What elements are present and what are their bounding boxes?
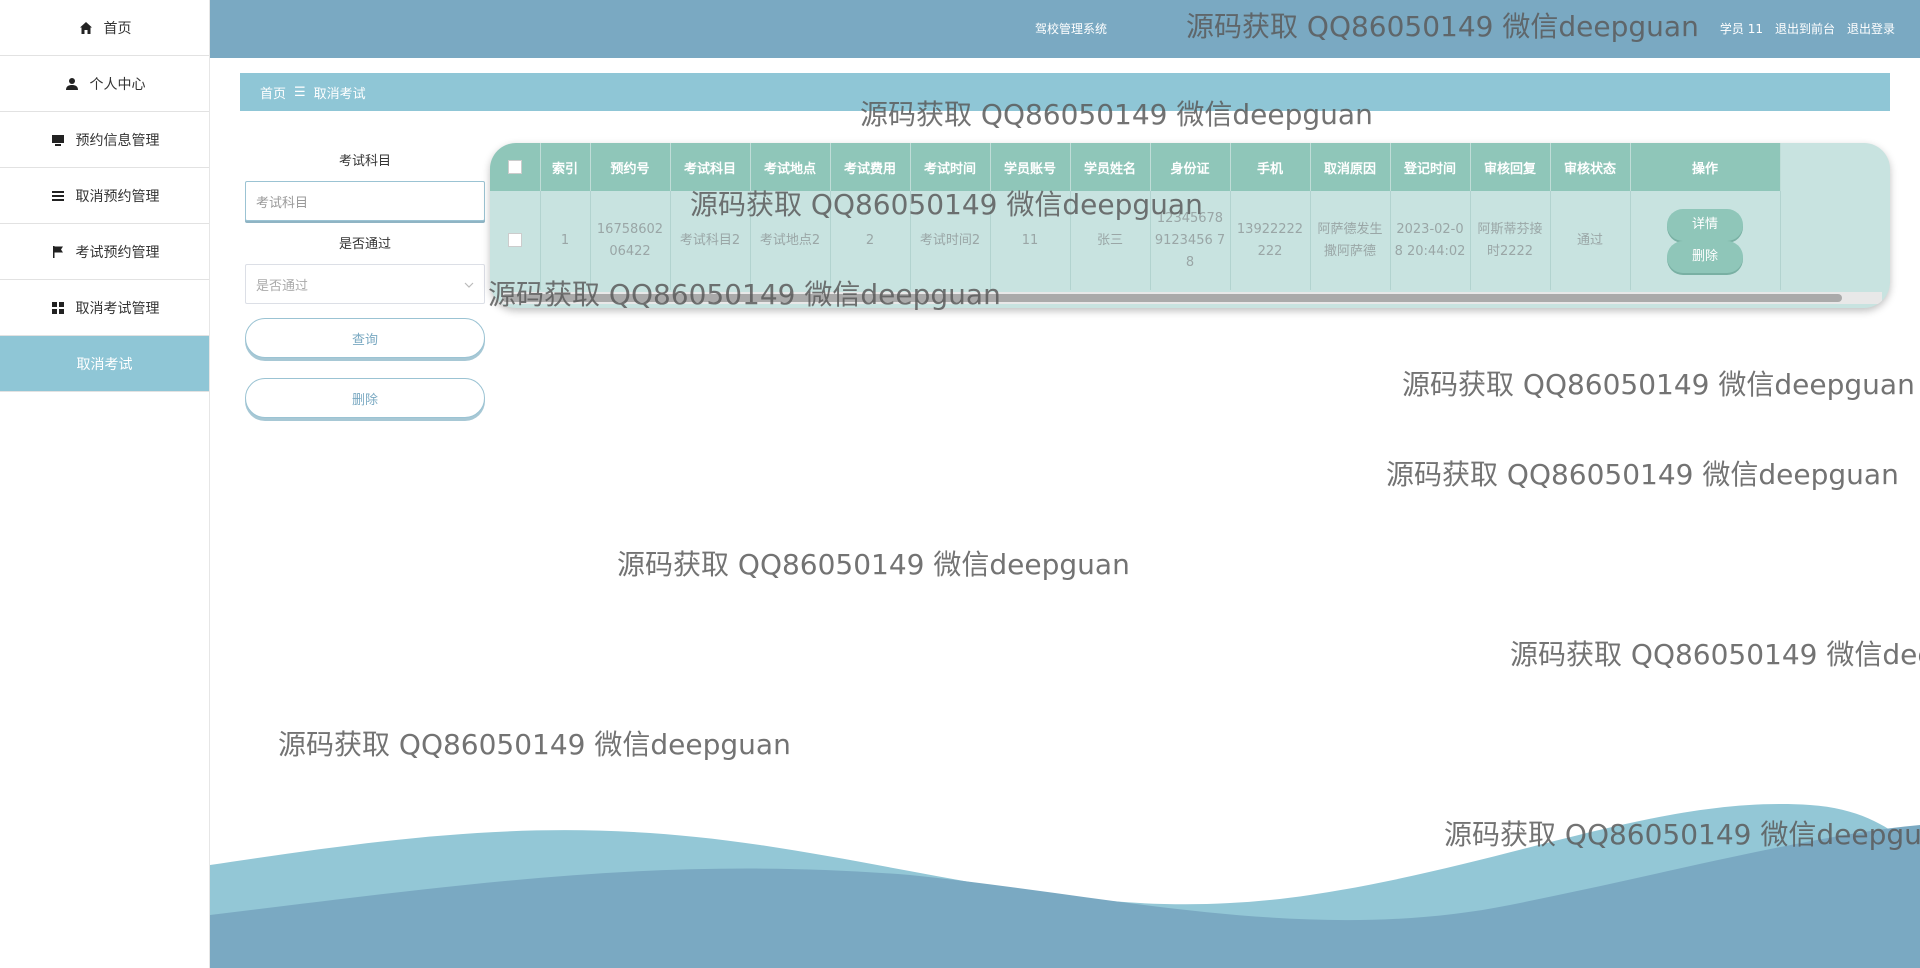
logout-link[interactable]: 退出登录 bbox=[1847, 20, 1895, 37]
table-cell: 通过 bbox=[1550, 191, 1631, 290]
sidebar-item-exam-booking[interactable]: 考试预约管理 bbox=[0, 224, 209, 280]
table-cell: 13922222222 bbox=[1230, 191, 1311, 290]
watermark-text: 源码获取 QQ86050149 微信deepguan bbox=[860, 98, 1373, 131]
watermark-text: 源码获取 QQ86050149 微信deepguan bbox=[1386, 458, 1899, 491]
monitor-icon bbox=[50, 132, 66, 148]
search-panel: 考试科目 考试科目 是否通过 是否通过 查询 删除 bbox=[245, 150, 485, 418]
sidebar: 首页 个人中心 预约信息管理 取消预约管理 考试预约管理 取消考试管理 取消考试 bbox=[0, 0, 210, 968]
table-cell: 阿斯蒂芬接时2222 bbox=[1470, 191, 1551, 290]
sidebar-item-label: 预约信息管理 bbox=[75, 132, 160, 149]
pass-label: 是否通过 bbox=[338, 237, 391, 252]
user-icon bbox=[64, 76, 80, 92]
subject-placeholder: 考试科目 bbox=[256, 195, 309, 211]
column-header: 取消原因 bbox=[1310, 143, 1391, 191]
current-user: 学员 11 bbox=[1719, 22, 1763, 36]
chevron-down-icon bbox=[464, 277, 474, 292]
breadcrumb-home[interactable]: 首页 bbox=[260, 83, 286, 102]
sidebar-item-label: 首页 bbox=[103, 20, 132, 37]
sidebar-item-label: 考试预约管理 bbox=[75, 244, 160, 261]
sidebar-subitem-cancel-exam[interactable]: 取消考试 bbox=[0, 336, 209, 392]
column-header: 登记时间 bbox=[1390, 143, 1471, 191]
sidebar-item-profile[interactable]: 个人中心 bbox=[0, 56, 209, 112]
system-title: 驾校管理系统 bbox=[1035, 22, 1108, 36]
column-header: 审核状态 bbox=[1550, 143, 1631, 191]
sidebar-item-cancel-booking[interactable]: 取消预约管理 bbox=[0, 168, 209, 224]
sidebar-item-label: 个人中心 bbox=[89, 76, 146, 93]
back-to-front-link[interactable]: 退出到前台 bbox=[1775, 20, 1835, 37]
sidebar-item-booking-info[interactable]: 预约信息管理 bbox=[0, 112, 209, 168]
sidebar-item-label: 取消预约管理 bbox=[75, 188, 160, 205]
pass-placeholder: 是否通过 bbox=[256, 278, 309, 294]
subject-input[interactable]: 考试科目 bbox=[245, 181, 485, 221]
column-header: 预约号 bbox=[590, 143, 671, 191]
home-icon bbox=[78, 20, 94, 36]
pass-select[interactable]: 是否通过 bbox=[245, 264, 485, 304]
watermark-text: 源码获取 QQ86050149 微信deepguan bbox=[1510, 638, 1920, 671]
watermark-text: 源码获取 QQ86050149 微信deepguan bbox=[617, 548, 1130, 581]
row-delete-button[interactable]: 删除 bbox=[1667, 240, 1743, 273]
batch-delete-button[interactable]: 删除 bbox=[245, 378, 485, 418]
table-cell: 2023-02-08 20:44:02 bbox=[1390, 191, 1471, 290]
app-root: { "sidebar": { "items": [ {"label": "首页"… bbox=[0, 0, 1920, 968]
watermark-text: 源码获取 QQ86050149 微信deepguan bbox=[1444, 818, 1920, 851]
table-cell: 阿萨德发生撒阿萨德 bbox=[1310, 191, 1391, 290]
column-header: 审核回复 bbox=[1470, 143, 1551, 191]
sidebar-item-cancel-exam[interactable]: 取消考试管理 bbox=[0, 280, 209, 336]
select-all-checkbox[interactable] bbox=[490, 143, 541, 191]
column-header: 手机 bbox=[1230, 143, 1311, 191]
sidebar-item-home[interactable]: 首页 bbox=[0, 0, 209, 56]
breadcrumb-separator-icon: ☰ bbox=[294, 84, 306, 100]
breadcrumb-current: 取消考试 bbox=[313, 86, 366, 102]
detail-button[interactable]: 详情 bbox=[1667, 208, 1743, 241]
sidebar-item-label: 取消考试管理 bbox=[75, 300, 160, 317]
watermark-text: 源码获取 QQ86050149 微信deepguan bbox=[690, 188, 1203, 221]
list-icon bbox=[50, 188, 66, 204]
watermark-text: 源码获取 QQ86050149 微信deepguan bbox=[1402, 368, 1915, 401]
watermark-text: 源码获取 QQ86050149 微信deepguan bbox=[488, 278, 1001, 311]
column-header: 操作 bbox=[1630, 143, 1781, 191]
subject-label: 考试科目 bbox=[338, 154, 391, 169]
header-links: 学员 11 退出到前台 退出登录 bbox=[1720, 20, 1895, 37]
sidebar-subitem-label: 取消考试 bbox=[76, 356, 133, 373]
column-header: 索引 bbox=[540, 143, 591, 191]
operation-cell: 详情 删除 bbox=[1630, 191, 1781, 290]
flag-icon bbox=[50, 244, 66, 260]
query-button[interactable]: 查询 bbox=[245, 318, 485, 358]
watermark-text: 源码获取 QQ86050149 微信deepguan bbox=[1186, 10, 1699, 43]
decorative-waves bbox=[210, 804, 1920, 968]
watermark-text: 源码获取 QQ86050149 微信deepguan bbox=[278, 728, 791, 761]
grid-icon bbox=[50, 300, 66, 316]
